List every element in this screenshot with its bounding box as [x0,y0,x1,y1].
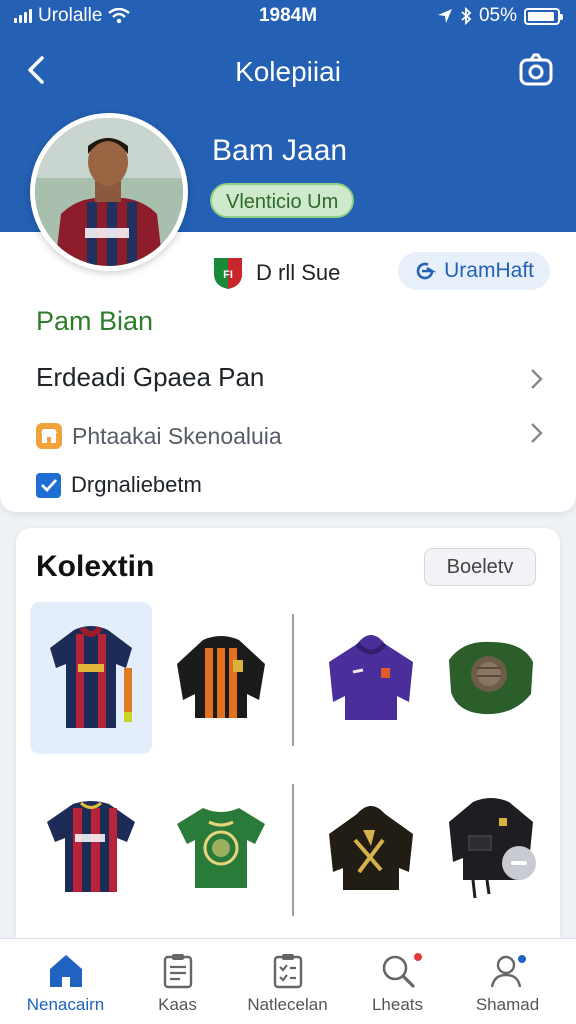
notification-dot [412,951,424,963]
checkbox-row[interactable]: Drgnaliebetm [36,472,202,498]
section-label: Pam Bian [36,306,154,336]
tab-lheats[interactable]: Lheats [340,939,455,1024]
jersey-icon [47,801,135,892]
tab-label: Kaas [158,995,197,1014]
collection-item-black-jacket[interactable] [430,772,552,924]
club-name: D rll Sue [256,260,341,285]
settings-row-primary[interactable]: Erdeadi Gpaea Pan [36,362,546,398]
battery-percent: 05% [478,5,517,26]
remove-button[interactable] [502,846,536,880]
row-label: Erdeadi Gpaea Pan [36,362,265,392]
club-crest-icon: FI [214,258,242,289]
page-title: Kolepiiai [235,56,341,87]
checklist-icon [273,954,303,989]
settings-row-secondary[interactable]: Phtaakai Skenoaluia [36,418,546,454]
nav-bar: Kolepiiai [0,44,576,96]
bluetooth-icon [461,7,472,25]
minus-icon [511,861,527,865]
helmet-icon [449,641,533,715]
club-info: FI D rll Sue [212,256,340,290]
tab-natlecelan[interactable]: Natlecelan [230,939,345,1024]
notification-dot [516,953,528,965]
status-bar: Urolalle 1984M 05% [0,0,576,34]
tab-label: Nenacairn [26,995,105,1014]
bottom-nav: Nenacairn Kaas Natlecelan Lheats Shamad [0,938,576,1024]
hoodie-icon [329,806,413,890]
collection-item-black-gold-hoodie[interactable] [310,772,432,924]
tshirt-icon [177,808,265,888]
store-icon [36,423,62,449]
tab-label: Natlecelan [247,995,328,1014]
collection-title: Kolextin [36,550,155,583]
grid-divider [292,784,294,916]
home-icon [50,955,82,987]
tab-label: Shamad [475,995,540,1014]
collection-item-green-tshirt[interactable] [160,772,282,924]
collection-item-green-helmet-pouch[interactable] [430,602,552,754]
status-badge[interactable]: Vlenticio Um [210,183,355,218]
player-photo-icon [35,118,183,266]
user-name: Bam Jaan [212,134,348,167]
clipboard-icon [163,954,193,989]
location-icon [437,9,452,23]
collection-item-orange-black-jacket[interactable] [160,602,282,754]
avatar[interactable] [30,113,188,271]
tab-kaas[interactable]: Kaas [120,939,235,1024]
follow-button[interactable]: UramHaft [398,252,550,290]
grid-divider [292,614,294,746]
battery-icon [524,7,563,25]
collection-select-button[interactable]: Boeletv [424,548,536,586]
tab-label: Lheats [371,995,424,1014]
chevron-right-icon [531,369,543,389]
jersey-icon [50,626,132,728]
jacket-icon [177,636,265,718]
hoodie-icon [329,635,413,720]
checkbox-label: Drgnaliebetm [71,472,202,497]
collection-item-purple-hoodie[interactable] [310,602,432,754]
svg-text:FI: FI [223,269,233,281]
follow-label: UramHaft [444,259,534,282]
profile-card: FI D rll Sue UramHaft Pam Bian Erdeadi G… [0,232,576,512]
tab-shamad[interactable]: Shamad [450,939,565,1024]
collection-item-red-navy-jersey[interactable] [30,772,152,924]
refresh-icon [416,262,437,280]
tab-home[interactable]: Nenacairn [8,939,123,1024]
chevron-right-icon [531,423,543,443]
checkbox[interactable] [36,472,61,498]
row-label: Phtaakai Skenoaluia [72,422,282,449]
collection-item-red-navy-striped-jersey[interactable] [30,602,152,754]
collection-card: Kolextin Boeletv [16,528,560,958]
camera-button[interactable] [516,50,556,90]
